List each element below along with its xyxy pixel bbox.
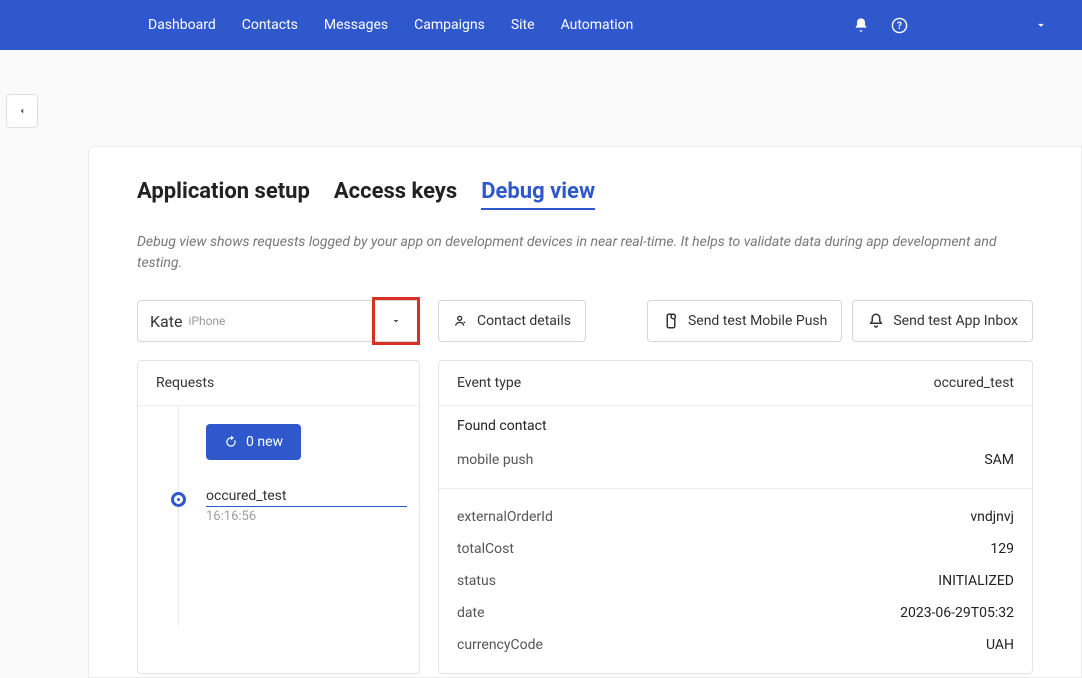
- param-row: status INITIALIZED: [457, 565, 1014, 597]
- param-row: date 2023-06-29T05:32: [457, 597, 1014, 629]
- found-contact-value: SAM: [984, 452, 1014, 468]
- device-selector[interactable]: Kate iPhone: [137, 300, 420, 342]
- params-section: externalOrderId vndjnvj totalCost 129 st…: [439, 489, 1032, 673]
- send-test-app-inbox-button[interactable]: Send test App Inbox: [852, 300, 1033, 342]
- nav-campaigns[interactable]: Campaigns: [414, 17, 485, 33]
- request-time: 16:16:56: [206, 509, 407, 524]
- param-key: currencyCode: [457, 637, 543, 653]
- inbox-bell-icon: [867, 312, 885, 330]
- found-contact-label: Found contact: [457, 418, 1014, 434]
- tab-application-setup[interactable]: Application setup: [137, 179, 310, 210]
- nav-site[interactable]: Site: [511, 17, 535, 33]
- param-key: totalCost: [457, 541, 514, 557]
- nav-automation[interactable]: Automation: [561, 17, 634, 33]
- contact-icon: [453, 313, 469, 329]
- requests-panel: Requests 0 new occured_test 16:16:56: [137, 360, 420, 674]
- request-marker-icon: [171, 492, 186, 507]
- chevron-down-icon: [390, 315, 402, 327]
- request-title: occured_test: [206, 488, 407, 507]
- chevron-down-icon[interactable]: [1030, 14, 1052, 36]
- device-dropdown-highlight[interactable]: [372, 297, 420, 345]
- nav-dashboard[interactable]: Dashboard: [148, 17, 216, 33]
- new-count-label: 0 new: [246, 434, 283, 450]
- device-name: Kate: [150, 312, 182, 331]
- requests-header: Requests: [138, 361, 419, 406]
- tab-access-keys[interactable]: Access keys: [334, 179, 457, 210]
- param-value: vndjnvj: [970, 509, 1014, 525]
- param-value: 129: [990, 541, 1014, 557]
- refresh-icon: [224, 435, 238, 449]
- param-key: date: [457, 605, 485, 621]
- found-contact-section: Found contact mobile push SAM: [439, 406, 1032, 489]
- requests-header-label: Requests: [156, 375, 214, 391]
- details-panel: Event type occured_test Found contact mo…: [438, 360, 1033, 674]
- contact-details-button[interactable]: Contact details: [438, 300, 586, 342]
- param-row: currencyCode UAH: [457, 629, 1014, 661]
- param-key: externalOrderId: [457, 509, 553, 525]
- contact-details-label: Contact details: [477, 313, 571, 329]
- tab-debug-view[interactable]: Debug view: [481, 179, 595, 210]
- event-type-row: Event type occured_test: [439, 361, 1032, 406]
- top-nav: Dashboard Contacts Messages Campaigns Si…: [0, 0, 1082, 50]
- param-key: status: [457, 573, 496, 589]
- param-row: externalOrderId vndjnvj: [457, 501, 1014, 533]
- help-icon[interactable]: ?: [888, 14, 910, 36]
- controls-row: Kate iPhone Contact details Send test Mo…: [137, 300, 1033, 342]
- main-card: Application setup Access keys Debug view…: [88, 146, 1082, 678]
- page-tabs: Application setup Access keys Debug view: [137, 179, 1033, 210]
- svg-text:?: ?: [897, 21, 902, 32]
- collapse-sidebar-button[interactable]: [6, 94, 38, 128]
- found-contact-key: mobile push: [457, 452, 533, 468]
- nav-messages[interactable]: Messages: [324, 17, 388, 33]
- nav-contacts[interactable]: Contacts: [242, 17, 298, 33]
- debug-description: Debug view shows requests logged by your…: [137, 232, 1027, 274]
- send-inbox-label: Send test App Inbox: [893, 313, 1018, 329]
- param-value: INITIALIZED: [938, 573, 1014, 589]
- request-item[interactable]: occured_test 16:16:56: [168, 488, 407, 524]
- send-test-mobile-push-button[interactable]: Send test Mobile Push: [647, 300, 842, 342]
- send-push-label: Send test Mobile Push: [688, 313, 827, 329]
- event-type-label: Event type: [457, 375, 521, 391]
- refresh-new-button[interactable]: 0 new: [206, 424, 301, 460]
- param-value: UAH: [986, 637, 1014, 653]
- bell-icon[interactable]: [850, 14, 872, 36]
- device-subtype: iPhone: [188, 314, 225, 328]
- found-contact-row: mobile push SAM: [457, 444, 1014, 476]
- param-value: 2023-06-29T05:32: [900, 605, 1014, 621]
- mobile-push-icon: [662, 312, 680, 330]
- param-row: totalCost 129: [457, 533, 1014, 565]
- event-type-value: occured_test: [934, 375, 1014, 391]
